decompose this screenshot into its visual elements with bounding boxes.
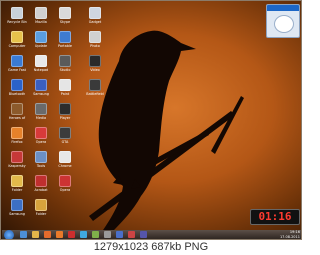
app-icon[interactable]	[11, 199, 23, 211]
app-icon[interactable]	[104, 231, 111, 238]
media-icon[interactable]	[44, 231, 51, 238]
desktop-icon-label: Player	[59, 116, 71, 120]
desktop-icon-label: Acrobat	[34, 188, 48, 192]
gadget-header	[267, 5, 299, 11]
desktop-icon-label: Folder	[11, 188, 23, 192]
desktop-icon-label: Chrome	[58, 164, 72, 168]
app-icon[interactable]	[128, 231, 135, 238]
desktop-icon-label: Studio	[59, 68, 71, 72]
app-icon[interactable]	[11, 151, 23, 163]
desktop-icon-label: Opera	[59, 188, 71, 192]
app-icon[interactable]	[35, 127, 47, 139]
app-icon[interactable]	[89, 31, 101, 43]
app-icon[interactable]	[59, 175, 71, 187]
app-icon[interactable]	[59, 31, 71, 43]
app-icon[interactable]	[92, 231, 99, 238]
app-icon[interactable]	[140, 231, 147, 238]
app-icon[interactable]	[89, 55, 101, 67]
desktop-icon-label: Battlefield	[86, 92, 104, 96]
app-icon[interactable]	[35, 7, 47, 19]
recycle-bin-icon[interactable]	[11, 7, 23, 19]
desktop-icon-label: Photo	[90, 44, 100, 48]
desktop-icon-label: Game Fast	[8, 68, 26, 72]
desktop-icon-label: Samsung	[33, 92, 49, 96]
desktop-icon-label: Skype	[59, 20, 71, 24]
app-icon[interactable]	[11, 79, 23, 91]
desktop-icon-label: Update	[34, 44, 48, 48]
clock-gadget[interactable]: 01:16	[250, 209, 300, 225]
app-icon[interactable]	[59, 127, 71, 139]
desktop-icon-label: GTA	[61, 140, 69, 144]
desktop-icon-label: Heroes of	[8, 116, 26, 120]
gadget-dial-icon	[274, 15, 294, 33]
image-caption: 1279x1023 687kb PNG	[93, 241, 209, 253]
app-icon[interactable]	[35, 175, 47, 187]
ie-icon[interactable]	[20, 231, 27, 238]
app-icon[interactable]	[116, 231, 123, 238]
desktop-icon-label: Recycle Bin	[7, 20, 27, 24]
app-icon[interactable]	[35, 55, 47, 67]
start-button[interactable]	[4, 230, 14, 239]
app-icon[interactable]	[59, 79, 71, 91]
desktop-icon-label: Samsung	[9, 212, 25, 216]
desktop-icon-label: Folder	[35, 212, 47, 216]
app-icon[interactable]	[35, 199, 47, 211]
skype-icon[interactable]	[80, 231, 87, 238]
opera-icon[interactable]	[68, 231, 75, 238]
desktop-icon-label: Portable	[58, 44, 72, 48]
app-icon[interactable]	[35, 103, 47, 115]
desktop-icon-label: Bluetooth	[8, 92, 26, 96]
app-icon[interactable]	[11, 127, 23, 139]
app-icon[interactable]	[59, 55, 71, 67]
desktop-icon-label: Media	[35, 116, 47, 120]
desktop-icon-label: Notepad	[33, 68, 49, 72]
tray-clock[interactable]: 19:16 17.08.2011	[280, 230, 300, 239]
desktop-icon-label: Tools	[36, 164, 46, 168]
desktop-screenshot: Recycle Bin Computer Game Fast Bluetooth Her…	[0, 0, 302, 240]
desktop-icon-label: Kaspersky	[8, 164, 26, 168]
app-icon[interactable]	[11, 175, 23, 187]
app-icon[interactable]	[59, 7, 71, 19]
app-icon[interactable]	[35, 151, 47, 163]
folder-icon[interactable]	[11, 31, 23, 43]
desktop-icon-label: Gadget	[88, 20, 102, 24]
app-icon[interactable]	[59, 151, 71, 163]
app-icon[interactable]	[11, 55, 23, 67]
desktop-icon-label: Paint	[60, 92, 70, 96]
app-icon[interactable]	[35, 79, 47, 91]
desktop-icon-label: Firefox	[11, 140, 23, 144]
explorer-icon[interactable]	[32, 231, 39, 238]
desktop-icon-label: Opera	[35, 140, 47, 144]
firefox-icon[interactable]	[56, 231, 63, 238]
taskbar: 19:16 17.08.2011	[2, 230, 301, 239]
desktop-icon-label: Computer	[8, 44, 26, 48]
app-icon[interactable]	[11, 103, 23, 115]
app-icon[interactable]	[35, 31, 47, 43]
app-icon[interactable]	[89, 7, 101, 19]
desktop-icon-label: Video	[90, 68, 100, 72]
app-icon[interactable]	[89, 79, 101, 91]
weather-gadget[interactable]	[266, 4, 300, 38]
desktop-icon-label: Mozilla	[35, 20, 47, 24]
app-icon[interactable]	[59, 103, 71, 115]
